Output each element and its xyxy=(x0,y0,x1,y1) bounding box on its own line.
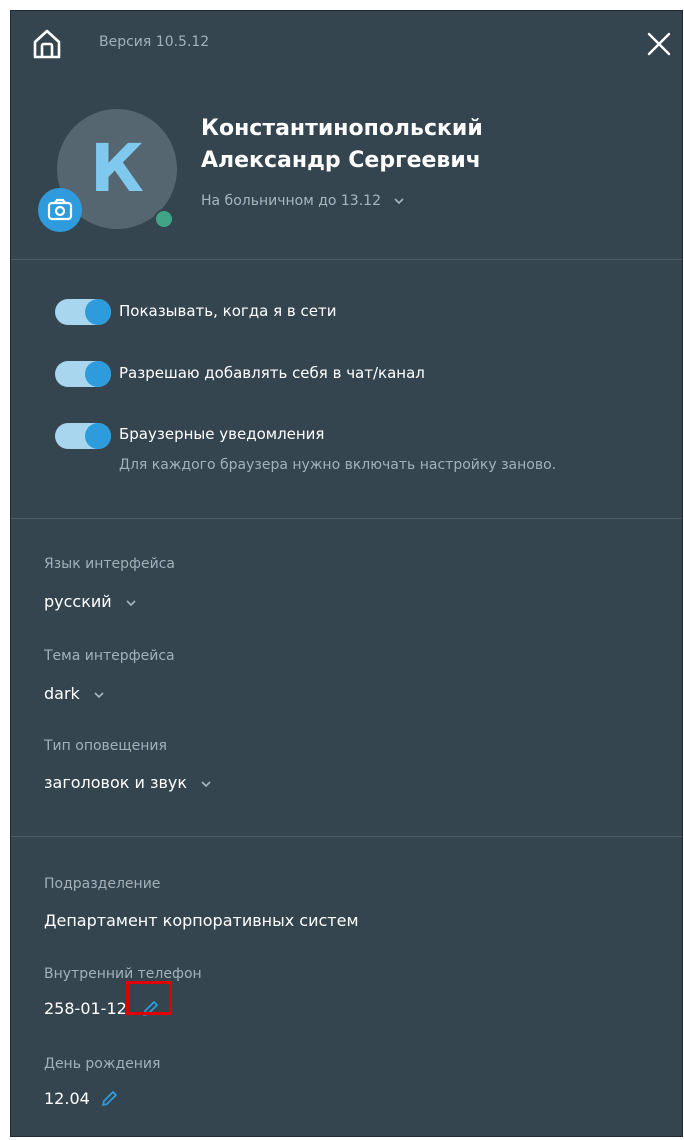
change-photo-button[interactable] xyxy=(38,188,82,232)
edit-birthday-button[interactable] xyxy=(99,1089,119,1109)
theme-label: Тема интерфейса xyxy=(44,648,175,664)
chevron-down-icon xyxy=(201,780,211,787)
toggle-browser-notifications[interactable] xyxy=(55,423,111,449)
language-value: русский xyxy=(44,592,112,611)
department-value: Департамент корпоративных систем xyxy=(44,911,359,930)
version-label: Версия xyxy=(99,34,152,50)
toggle-allow-add-to-chat[interactable] xyxy=(55,361,111,387)
department-label: Подразделение xyxy=(44,876,161,892)
toggle-knob xyxy=(85,423,111,449)
toggle-knob xyxy=(85,299,111,325)
user-name: Константинопольский Александр Сергеевич xyxy=(201,113,483,177)
highlight-box xyxy=(126,981,172,1015)
close-icon xyxy=(647,32,671,56)
notification-type-label: Тип оповещения xyxy=(44,738,167,754)
toggle-show-online[interactable] xyxy=(55,299,111,325)
theme-value: dark xyxy=(44,684,80,703)
status-selector[interactable]: На больничном до 13.12 xyxy=(201,193,405,209)
divider xyxy=(11,259,682,260)
birthday-label: День рождения xyxy=(44,1056,161,1072)
toggle-browser-notifications-label: Браузерные уведомления xyxy=(119,425,325,443)
chevron-down-icon xyxy=(394,198,405,205)
notification-type-select[interactable]: заголовок и звук xyxy=(44,773,212,792)
internal-phone-label: Внутренний телефон xyxy=(44,966,202,982)
toggle-allow-add-to-chat-label: Разрешаю добавлять себя в чат/канал xyxy=(119,364,425,382)
status-text: На больничном до 13.12 xyxy=(201,193,381,209)
toggle-show-online-label: Показывать, когда я в сети xyxy=(119,302,337,320)
browser-notifications-hint: Для каждого браузера нужно включать наст… xyxy=(119,457,557,473)
theme-select[interactable]: dark xyxy=(44,684,105,703)
home-icon xyxy=(33,29,61,59)
language-select[interactable]: русский xyxy=(44,592,137,611)
version-info: Версия 10.5.12 xyxy=(99,34,209,50)
home-button[interactable] xyxy=(31,27,63,61)
close-button[interactable] xyxy=(646,31,672,57)
user-name-line1: Константинопольский xyxy=(201,116,483,141)
chevron-down-icon xyxy=(126,599,136,606)
pencil-icon xyxy=(102,1091,117,1106)
divider xyxy=(11,518,682,519)
chevron-down-icon xyxy=(94,691,104,698)
divider xyxy=(11,836,682,837)
camera-icon xyxy=(47,198,73,221)
birthday-value: 12.04 xyxy=(44,1089,90,1108)
profile-panel: Версия 10.5.12 К Константинопольский Але… xyxy=(10,10,683,1137)
version-number: 10.5.12 xyxy=(155,34,210,50)
user-name-line2: Александр Сергеевич xyxy=(201,148,481,173)
online-status-dot xyxy=(154,209,174,229)
internal-phone-value: 258-01-12 xyxy=(44,999,127,1018)
notification-type-value: заголовок и звук xyxy=(44,773,188,792)
language-label: Язык интерфейса xyxy=(44,556,175,572)
toggle-knob xyxy=(85,361,111,387)
